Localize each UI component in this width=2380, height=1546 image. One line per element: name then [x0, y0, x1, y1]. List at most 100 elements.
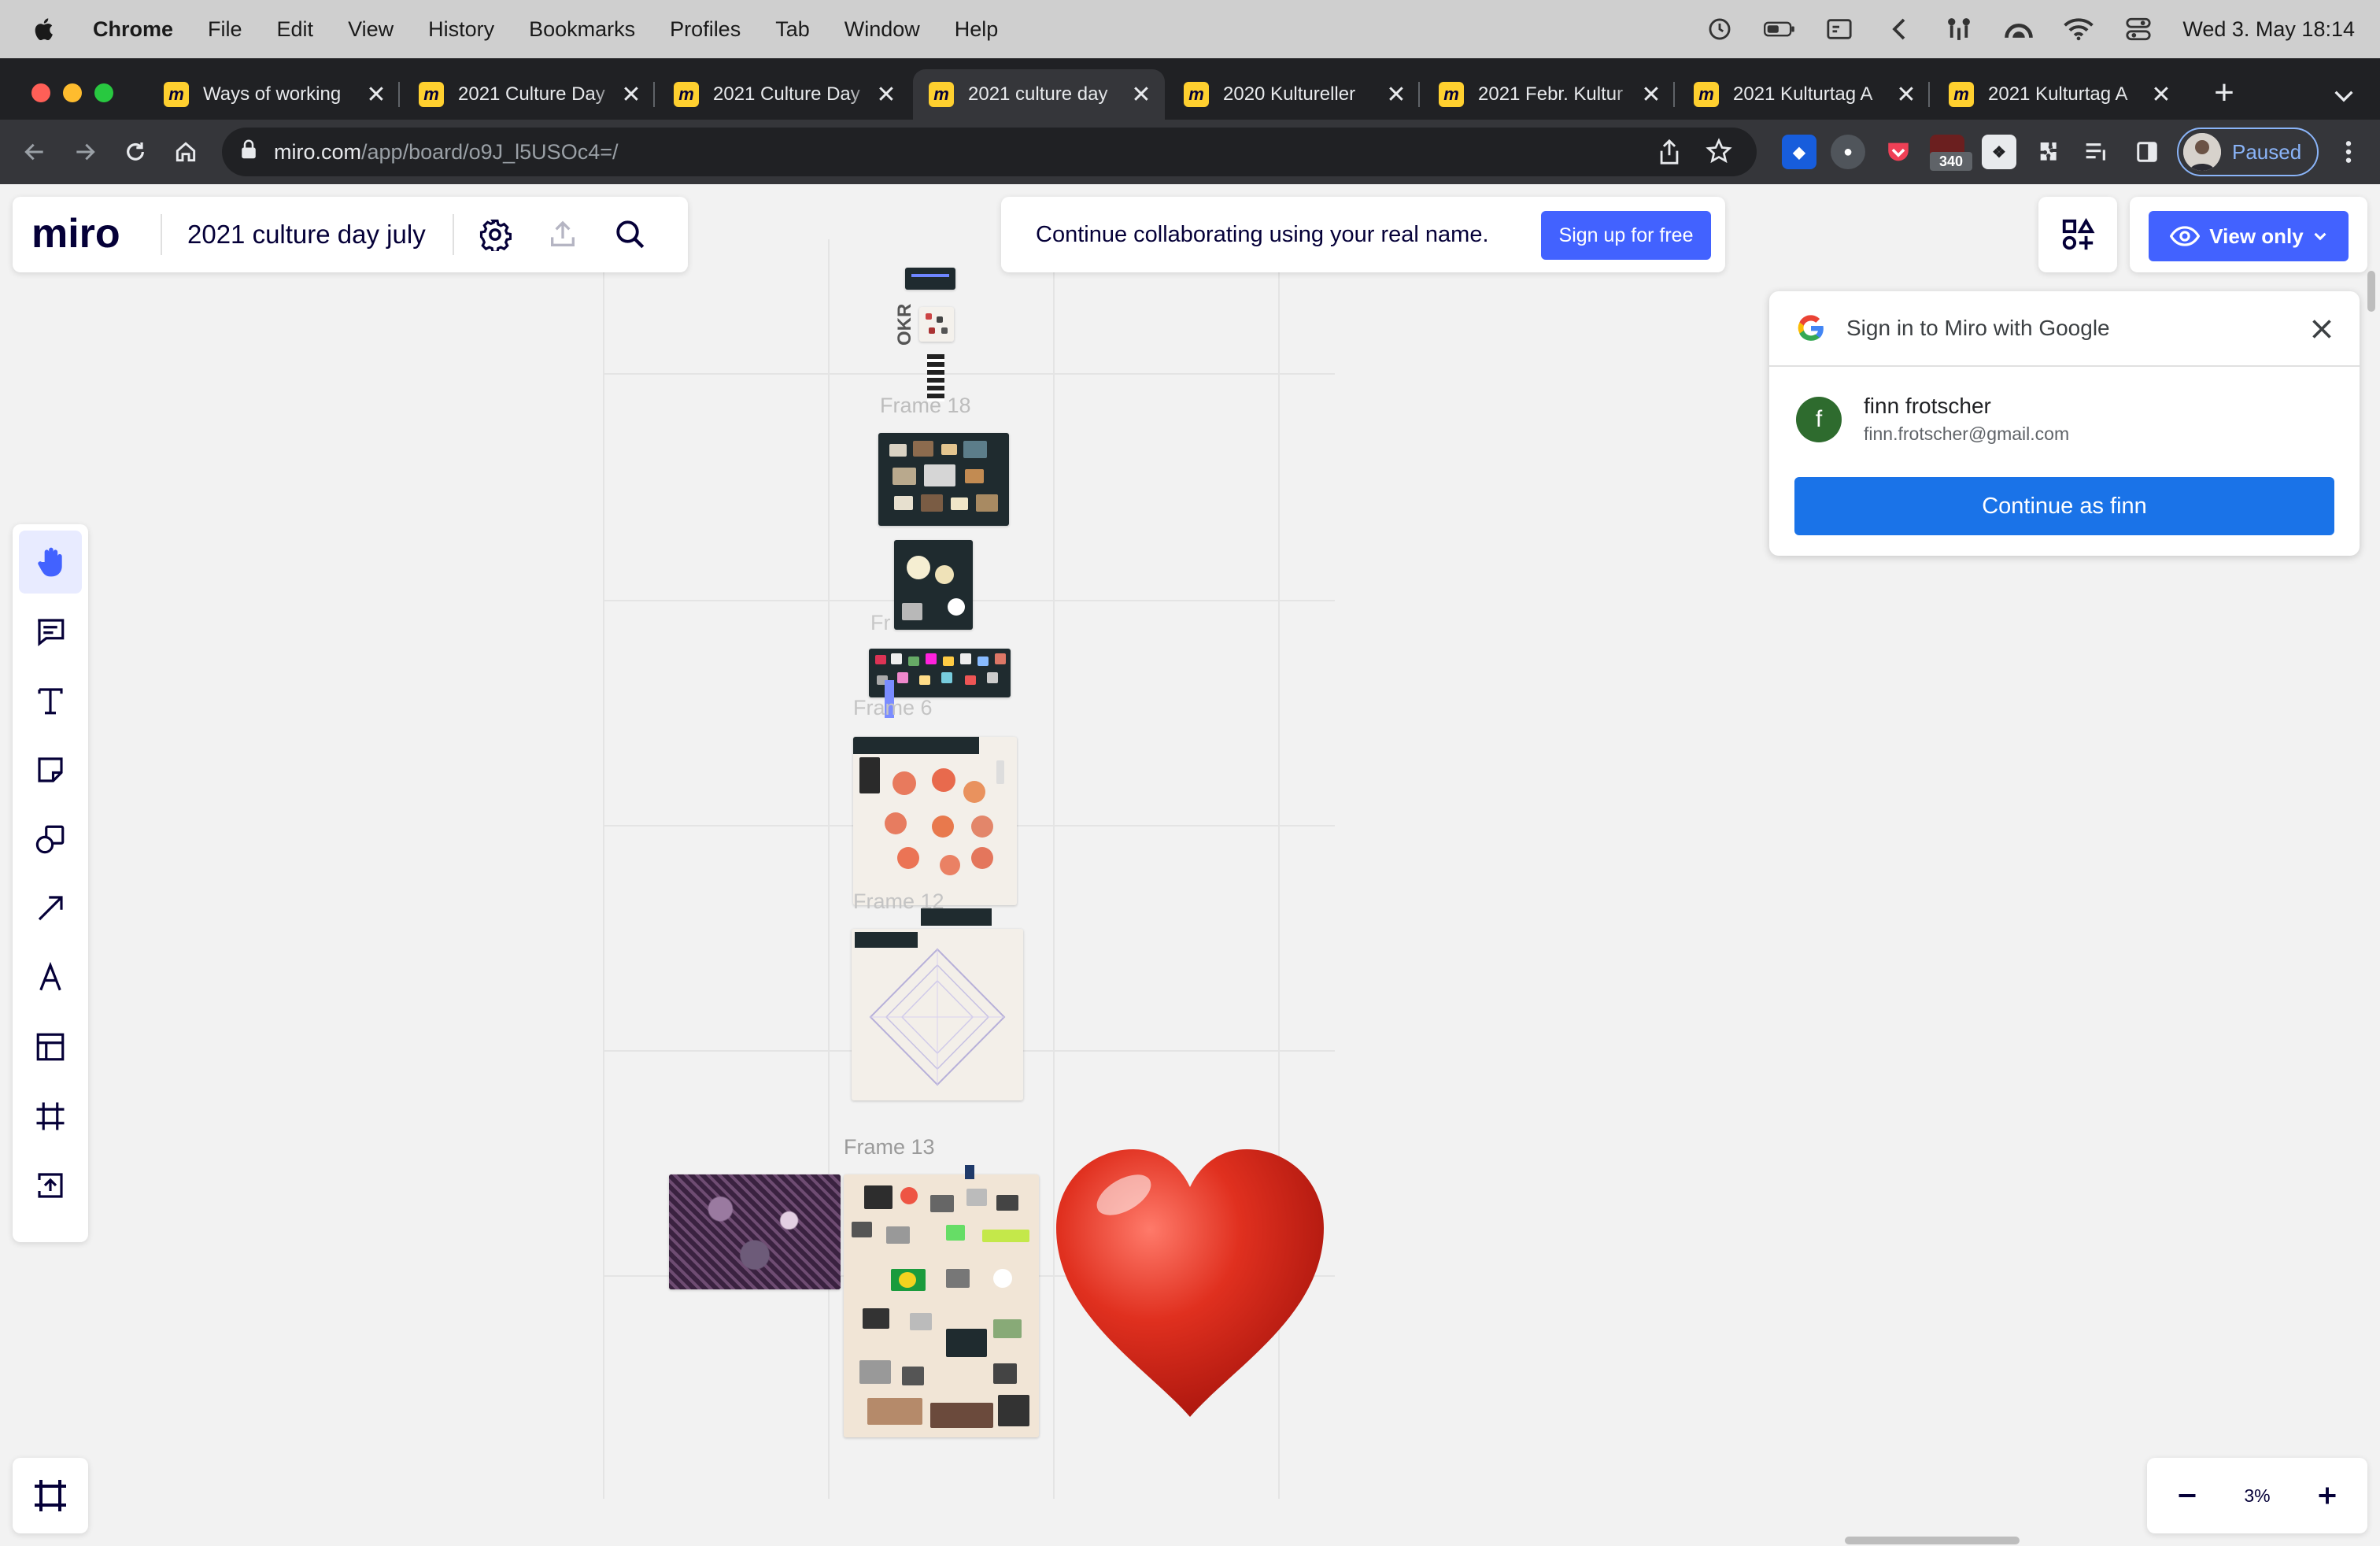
- browser-tab[interactable]: m 2021 Kulturtag A ✕: [1678, 69, 1930, 120]
- time-machine-icon[interactable]: [1704, 13, 1735, 45]
- frame-18-thumbnail[interactable]: [878, 433, 1009, 526]
- frames-list-button[interactable]: [13, 1458, 88, 1533]
- close-tab-icon[interactable]: ✕: [362, 80, 390, 109]
- home-icon[interactable]: [167, 133, 205, 171]
- text-tool-icon[interactable]: [19, 669, 82, 732]
- frame-6-thumbnail[interactable]: [853, 737, 1017, 905]
- frame-13-thumbnail[interactable]: [844, 1174, 1039, 1437]
- side-panel-icon[interactable]: [2130, 135, 2164, 169]
- browser-tab[interactable]: m Ways of working ✕: [148, 69, 400, 120]
- frame-tool-icon[interactable]: [19, 1085, 82, 1148]
- menu-profiles[interactable]: Profiles: [670, 17, 741, 42]
- miro-logo[interactable]: miro: [31, 211, 142, 258]
- settings-gear-icon[interactable]: [475, 214, 516, 255]
- menu-file[interactable]: File: [208, 17, 242, 42]
- shapes-tool-icon[interactable]: [19, 808, 82, 871]
- control-tool-icon[interactable]: [1943, 13, 1975, 45]
- frame-12-thumbnail[interactable]: [852, 929, 1023, 1100]
- crowd-photo[interactable]: [669, 1174, 841, 1289]
- templates-tool-icon[interactable]: [19, 1015, 82, 1078]
- close-tab-icon[interactable]: ✕: [2147, 80, 2175, 109]
- vertical-scrollbar[interactable]: [2367, 271, 2375, 312]
- profile-paused-button[interactable]: Paused: [2177, 128, 2319, 176]
- close-tab-icon[interactable]: ✕: [1127, 80, 1155, 109]
- close-tab-icon[interactable]: ✕: [1892, 80, 1920, 109]
- browser-tab[interactable]: m 2021 Febr. Kultur ✕: [1423, 69, 1675, 120]
- upload-tool-icon[interactable]: [19, 1154, 82, 1217]
- extensions-puzzle-icon[interactable]: [2031, 135, 2065, 169]
- miro-favicon-icon: m: [1694, 82, 1719, 107]
- minimize-window-button[interactable]: [63, 83, 82, 102]
- arrow-tool-icon[interactable]: [19, 877, 82, 940]
- control-center-icon[interactable]: [2123, 13, 2154, 45]
- tab-search-chevron-icon[interactable]: [2328, 80, 2360, 112]
- frame-thumbnail[interactable]: [919, 307, 954, 342]
- menu-history[interactable]: History: [428, 17, 494, 42]
- forward-arrow-icon[interactable]: [66, 133, 104, 171]
- vpn-icon[interactable]: [2003, 13, 2034, 45]
- browser-tab[interactable]: m 2021 Culture Day ✕: [403, 69, 655, 120]
- export-upload-icon[interactable]: [542, 214, 583, 255]
- apple-icon[interactable]: [31, 16, 58, 43]
- close-window-button[interactable]: [31, 83, 50, 102]
- wifi-icon[interactable]: [2063, 13, 2094, 45]
- zoom-window-button[interactable]: [94, 83, 113, 102]
- menu-edit[interactable]: Edit: [277, 17, 314, 42]
- reading-list-icon[interactable]: [2079, 135, 2114, 169]
- apps-button[interactable]: [2038, 197, 2117, 272]
- frame-thumbnail[interactable]: [894, 540, 973, 630]
- menu-app-name[interactable]: Chrome: [93, 17, 173, 42]
- horizontal-scrollbar[interactable]: [1845, 1537, 2020, 1544]
- collab-message: Continue collaborating using your real n…: [1036, 221, 1489, 247]
- bitwarden-icon[interactable]: ◆: [1782, 135, 1816, 169]
- menu-view[interactable]: View: [348, 17, 394, 42]
- browser-tab[interactable]: m 2021 Kulturtag A ✕: [1933, 69, 2185, 120]
- menu-help[interactable]: Help: [955, 17, 999, 42]
- menubar-clock[interactable]: Wed 3. May 18:14: [2182, 17, 2355, 42]
- reload-icon[interactable]: [116, 133, 154, 171]
- close-tab-icon[interactable]: ✕: [617, 80, 645, 109]
- zoom-level[interactable]: 3%: [2244, 1485, 2270, 1507]
- browser-tab-active[interactable]: m 2021 culture day ✕: [913, 69, 1165, 120]
- menu-window[interactable]: Window: [844, 17, 920, 42]
- google-logo-icon: [1798, 315, 1824, 341]
- close-tab-icon[interactable]: ✕: [872, 80, 900, 109]
- view-only-button[interactable]: View only: [2149, 211, 2349, 261]
- display-icon[interactable]: [1824, 13, 1855, 45]
- extension-bracket-icon[interactable]: ❖: [1982, 135, 2016, 169]
- zoom-out-button[interactable]: [2168, 1476, 2207, 1515]
- menu-tab[interactable]: Tab: [775, 17, 810, 42]
- comment-tool-icon[interactable]: [19, 600, 82, 663]
- continue-as-button[interactable]: Continue as finn: [1794, 477, 2334, 535]
- google-account-row[interactable]: f finn frotscher finn.frotscher@gmail.co…: [1796, 394, 2069, 445]
- chevron-left-icon[interactable]: [1883, 13, 1915, 45]
- close-tab-icon[interactable]: ✕: [1637, 80, 1665, 109]
- miro-board-canvas[interactable]: OKR Frame 18 Fr Frame 6 Frame 12 Frame 1…: [0, 184, 2380, 1546]
- sticky-note-tool-icon[interactable]: [19, 738, 82, 801]
- share-icon[interactable]: [1658, 139, 1681, 171]
- sign-up-button[interactable]: Sign up for free: [1541, 211, 1711, 260]
- heart-emoji[interactable]: [1051, 1146, 1329, 1418]
- close-tab-icon[interactable]: ✕: [1382, 80, 1410, 109]
- search-icon[interactable]: [610, 214, 651, 255]
- close-icon[interactable]: [2308, 315, 2336, 343]
- pen-tool-icon[interactable]: [19, 946, 82, 1009]
- battery-icon[interactable]: [1764, 13, 1795, 45]
- pocket-icon[interactable]: [1881, 135, 1916, 169]
- address-bar[interactable]: miro.com/app/board/o9J_l5USOc4=/: [222, 128, 1757, 176]
- extension-owl-icon[interactable]: ●: [1831, 135, 1865, 169]
- menu-bookmarks[interactable]: Bookmarks: [529, 17, 635, 42]
- frame-label: Frame 13: [844, 1135, 935, 1159]
- new-tab-button[interactable]: +: [2204, 72, 2245, 113]
- hand-tool-icon[interactable]: [19, 531, 82, 594]
- browser-tab[interactable]: m 2021 Culture Day ✕: [658, 69, 910, 120]
- board-title[interactable]: 2021 culture day july: [187, 220, 426, 250]
- lock-icon[interactable]: [241, 139, 257, 165]
- zoom-in-button[interactable]: [2308, 1476, 2347, 1515]
- back-arrow-icon[interactable]: [16, 133, 54, 171]
- bookmark-star-icon[interactable]: [1705, 137, 1733, 171]
- frame-thumbnail[interactable]: [905, 268, 955, 290]
- browser-tab[interactable]: m 2020 Kultureller ✕: [1168, 69, 1420, 120]
- extension-badge-icon[interactable]: 340: [1930, 135, 1972, 171]
- browser-menu-icon[interactable]: [2330, 133, 2367, 171]
